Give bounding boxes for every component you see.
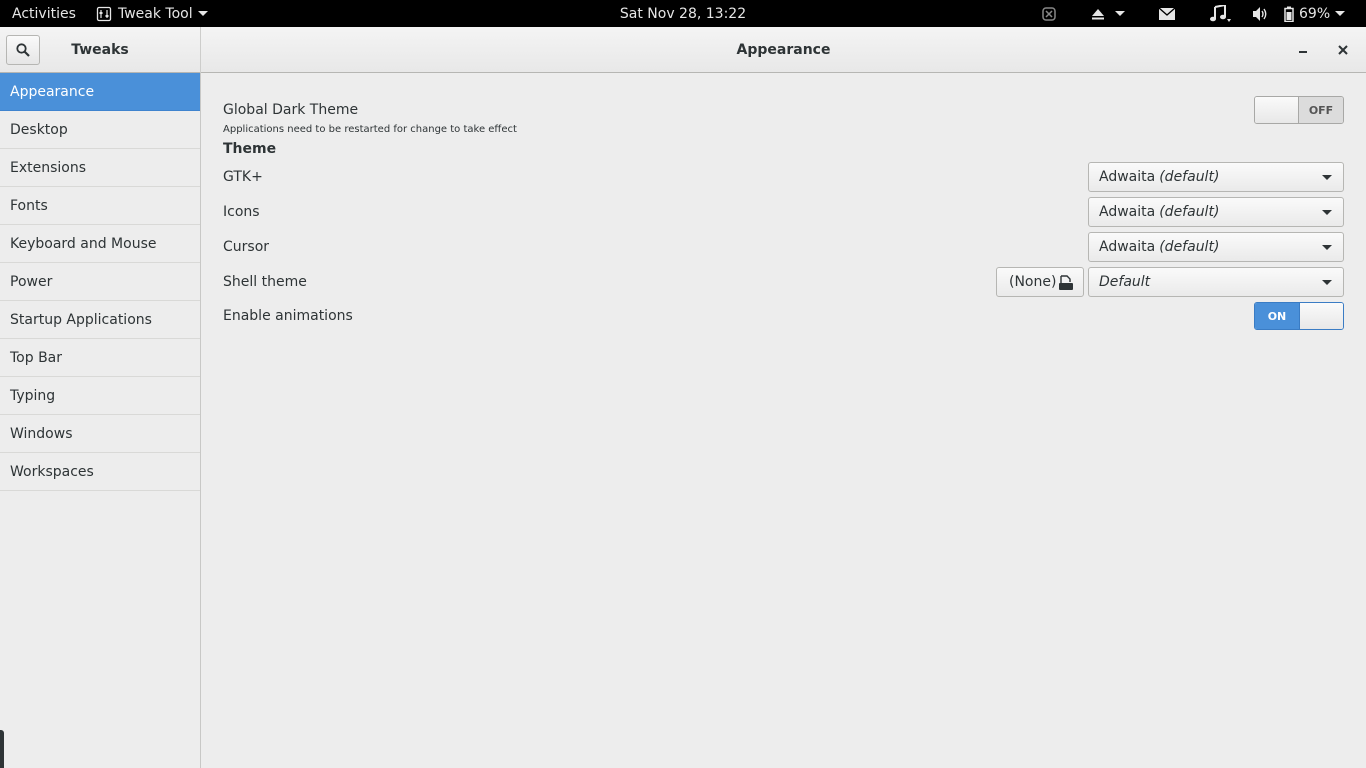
- close-button[interactable]: [1332, 39, 1354, 61]
- activities-label: Activities: [12, 5, 76, 22]
- combo-value: Adwaita: [1099, 169, 1156, 185]
- dropdown-arrow-icon: [1322, 210, 1332, 215]
- shell-theme-file-button[interactable]: (None): [996, 267, 1084, 297]
- window-edge-handle: [0, 730, 4, 768]
- sidebar-item-workspaces[interactable]: Workspaces: [0, 453, 200, 491]
- dropdown-arrow-icon: [1322, 245, 1332, 250]
- sidebar-item-label: Extensions: [10, 159, 87, 176]
- sidebar-item-windows[interactable]: Windows: [0, 415, 200, 453]
- sidebar-item-label: Fonts: [10, 197, 48, 214]
- sidebar-item-top-bar[interactable]: Top Bar: [0, 339, 200, 377]
- combo-value-suffix: (default): [1159, 239, 1220, 255]
- sidebar: Appearance Desktop Extensions Fonts Keyb…: [0, 73, 201, 768]
- icons-label: Icons: [223, 204, 260, 220]
- dark-theme-hint: Applications need to be restarted for ch…: [223, 124, 517, 135]
- sidebar-title: Tweaks: [71, 42, 129, 58]
- combo-value: Adwaita: [1099, 239, 1156, 255]
- gtk-label: GTK+: [223, 169, 263, 185]
- dark-theme-switch[interactable]: OFF: [1254, 96, 1344, 124]
- search-button[interactable]: [6, 35, 40, 65]
- sidebar-item-desktop[interactable]: Desktop: [0, 111, 200, 149]
- header-bar: Tweaks Appearance: [0, 27, 1366, 73]
- cursor-theme-combo[interactable]: Adwaita (default): [1088, 232, 1344, 262]
- combo-value-suffix: (default): [1159, 169, 1220, 185]
- sidebar-item-power[interactable]: Power: [0, 263, 200, 301]
- volume-icon: [1253, 6, 1267, 21]
- top-bar: Activities Tweak Tool Sat Nov 28, 13:22: [0, 0, 1366, 27]
- minimize-icon: [1299, 51, 1307, 53]
- sidebar-item-label: Startup Applications: [10, 311, 152, 328]
- switch-state-label: ON: [1255, 303, 1299, 329]
- chevron-down-icon: [1335, 11, 1346, 16]
- sidebar-item-label: Appearance: [10, 83, 95, 100]
- tweak-tool-icon: [96, 6, 112, 21]
- sidebar-item-label: Power: [10, 273, 53, 290]
- close-icon: [1338, 45, 1348, 55]
- enable-animations-label: Enable animations: [223, 308, 353, 324]
- search-icon: [16, 43, 30, 57]
- theme-section-heading: Theme: [223, 141, 277, 157]
- sidebar-item-keyboard-and-mouse[interactable]: Keyboard and Mouse: [0, 225, 200, 263]
- switch-handle: [1298, 303, 1343, 329]
- clock[interactable]: Sat Nov 28, 13:22: [620, 6, 746, 22]
- chat-status-icon[interactable]: [1041, 0, 1057, 27]
- eject-icon: [1092, 8, 1104, 19]
- sidebar-item-label: Top Bar: [10, 349, 63, 366]
- eject-menu[interactable]: [1090, 0, 1125, 27]
- battery-percent: 69%: [1299, 5, 1331, 22]
- chevron-down-icon: [1115, 11, 1125, 16]
- mail-icon: [1158, 6, 1176, 20]
- combo-value: Default: [1099, 274, 1151, 290]
- battery-menu[interactable]: 69%: [1284, 0, 1346, 27]
- sidebar-item-extensions[interactable]: Extensions: [0, 149, 200, 187]
- activities-button[interactable]: Activities: [12, 0, 76, 27]
- appearance-panel: Global Dark Theme Applications need to b…: [201, 74, 1366, 768]
- chat-icon: [1042, 6, 1056, 21]
- sidebar-item-appearance[interactable]: Appearance: [0, 73, 200, 111]
- file-chooser-icon: [1059, 275, 1073, 290]
- switch-handle: [1255, 97, 1300, 123]
- sidebar-item-label: Desktop: [10, 121, 68, 138]
- mail-indicator[interactable]: [1158, 0, 1176, 27]
- minimize-button[interactable]: [1292, 39, 1314, 61]
- combo-value-suffix: (default): [1159, 204, 1220, 220]
- app-menu-button[interactable]: Tweak Tool: [96, 0, 208, 27]
- music-indicator[interactable]: [1209, 0, 1231, 27]
- sidebar-item-label: Keyboard and Mouse: [10, 235, 157, 252]
- sidebar-item-typing[interactable]: Typing: [0, 377, 200, 415]
- enable-animations-switch[interactable]: ON: [1254, 302, 1344, 330]
- dark-theme-label: Global Dark Theme: [223, 102, 359, 118]
- sidebar-item-startup-applications[interactable]: Startup Applications: [0, 301, 200, 339]
- chevron-down-icon: [197, 11, 208, 16]
- sidebar-item-fonts[interactable]: Fonts: [0, 187, 200, 225]
- app-menu-label: Tweak Tool: [118, 5, 193, 22]
- sidebar-item-label: Windows: [10, 425, 73, 442]
- combo-value: Adwaita: [1099, 204, 1156, 220]
- icon-theme-combo[interactable]: Adwaita (default): [1088, 197, 1344, 227]
- page-title: Appearance: [736, 42, 831, 58]
- gtk-theme-combo[interactable]: Adwaita (default): [1088, 162, 1344, 192]
- file-button-label: (None): [1009, 274, 1057, 290]
- dropdown-arrow-icon: [1322, 175, 1332, 180]
- shell-theme-combo[interactable]: Default: [1088, 267, 1344, 297]
- volume-indicator[interactable]: [1252, 0, 1270, 27]
- switch-state-label: OFF: [1299, 97, 1343, 123]
- battery-icon: [1284, 6, 1294, 22]
- cursor-label: Cursor: [223, 239, 270, 255]
- music-icon: [1210, 4, 1231, 22]
- sidebar-item-label: Workspaces: [10, 463, 94, 480]
- sidebar-item-label: Typing: [10, 387, 56, 404]
- shell-theme-label: Shell theme: [223, 274, 307, 290]
- dropdown-arrow-icon: [1322, 280, 1332, 285]
